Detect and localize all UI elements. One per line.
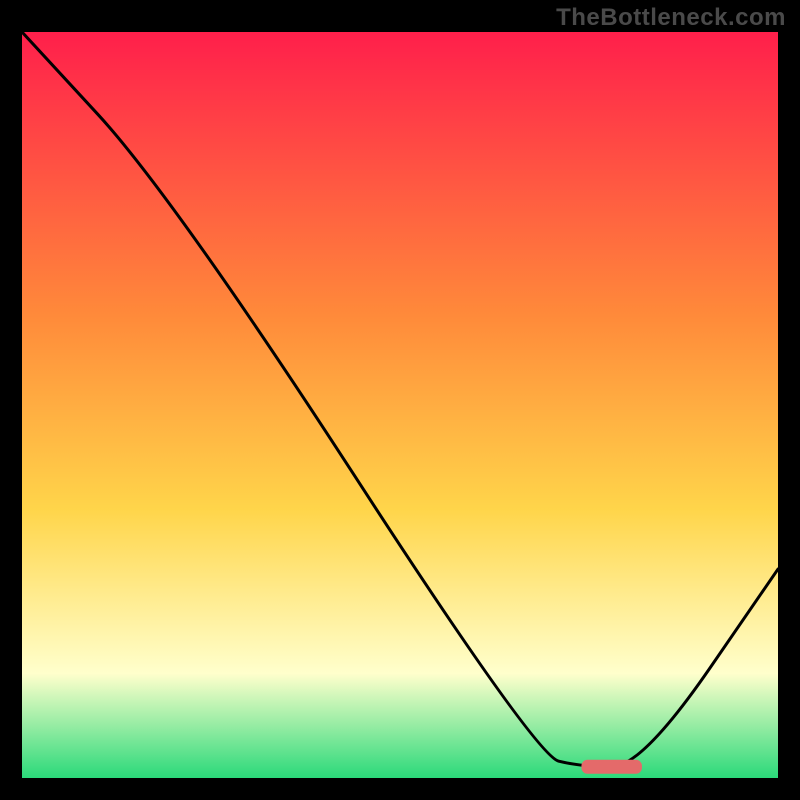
watermark-text: TheBottleneck.com [556,4,786,32]
plot-area [22,32,778,778]
chart-container: TheBottleneck.com [0,0,800,800]
optimal-range-marker [581,760,641,774]
chart-svg [22,32,778,778]
gradient-background [22,32,778,778]
